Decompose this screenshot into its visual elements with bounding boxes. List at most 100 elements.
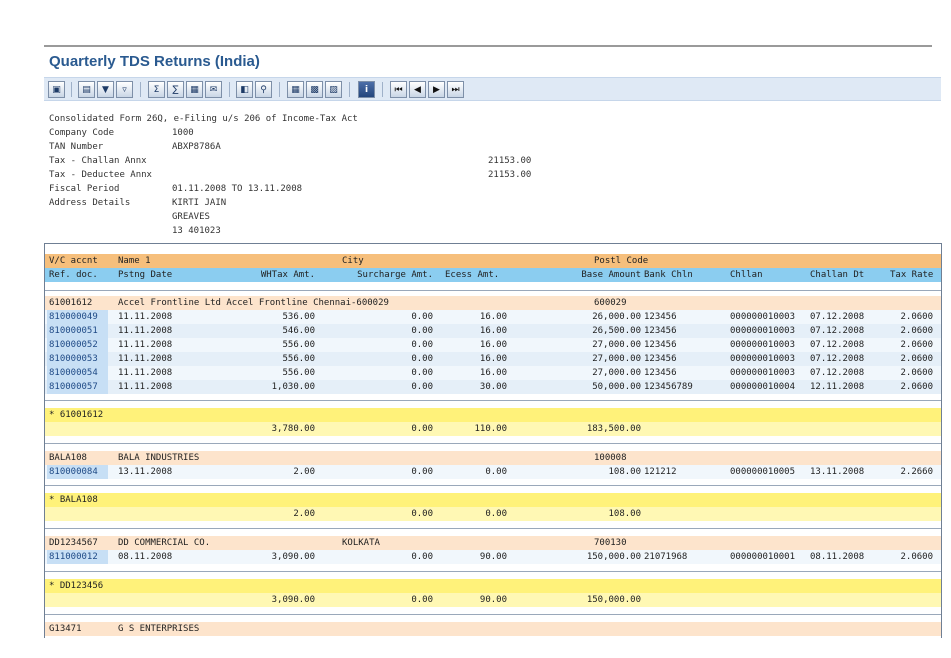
surcharge-amount: 0.00: [411, 368, 433, 378]
col-posting-date[interactable]: Pstng Date: [118, 268, 172, 282]
subtotal-row: 2.00 0.00 0.00 108.00: [45, 507, 941, 521]
vendor-row: G13471 G S ENTERPRISES: [45, 622, 941, 636]
bank-challan: 123456: [644, 312, 677, 322]
col-ref-doc[interactable]: Ref. doc.: [49, 268, 98, 282]
vendor-row: DD1234567 DD COMMERCIAL CO. KOLKATA 7001…: [45, 536, 941, 550]
posting-date: 11.11.2008: [118, 326, 173, 336]
table-row: 810000057 11.11.2008 1,030.00 0.00 30.00…: [45, 380, 941, 394]
bank-challan: 123456: [644, 354, 677, 364]
col-base-amount[interactable]: Base Amount: [555, 268, 641, 282]
whtax-amount: 1,030.00: [271, 382, 315, 392]
address-line: KIRTI JAIN: [172, 198, 227, 208]
tax-rate: 2.0600: [900, 326, 933, 336]
bank-challan: 123456: [644, 326, 677, 336]
company-code-value: 1000: [172, 128, 194, 138]
base-amount: 150,000.00: [586, 552, 641, 562]
vendor-account: DD1234567: [49, 538, 98, 548]
filter-icon[interactable]: ▼: [97, 81, 114, 98]
base-amount: 27,000.00: [592, 340, 641, 350]
vendor-postal-code: 100008: [594, 453, 627, 463]
vendor-row: BALA108 BALA INDUSTRIES 100008: [45, 451, 941, 465]
ref-doc-link[interactable]: 810000053: [47, 352, 108, 366]
layout-icon[interactable]: ▦: [287, 81, 304, 98]
challan-date: 13.11.2008: [810, 467, 865, 477]
col-postal-code[interactable]: Postl Code: [594, 254, 648, 268]
subtotal-ecess: 110.00: [474, 424, 507, 434]
export-icon[interactable]: ▦: [186, 81, 203, 98]
vendor-account: G13471: [49, 624, 82, 634]
base-amount: 27,000.00: [592, 354, 641, 364]
challan-date: 07.12.2008: [810, 312, 865, 322]
info-icon[interactable]: i: [358, 81, 375, 98]
find-icon[interactable]: ⚲: [255, 81, 272, 98]
save-layout-icon[interactable]: ▨: [325, 81, 342, 98]
vendor-postal-code: 600029: [594, 298, 627, 308]
last-page-icon[interactable]: ⏭: [447, 81, 464, 98]
subtotal-whtax: 3,090.00: [271, 595, 315, 605]
subtotal-surcharge: 0.00: [411, 509, 433, 519]
col-challan[interactable]: Chllan: [730, 268, 763, 282]
col-vc-account[interactable]: V/C accnt: [49, 254, 98, 268]
ecess-amount: 16.00: [479, 340, 507, 350]
col-bank-challan[interactable]: Bank Chln: [644, 268, 693, 282]
subtotal-label: * 61001612: [49, 410, 104, 420]
ref-doc-link[interactable]: 810000054: [47, 366, 108, 380]
print-preview-icon[interactable]: ◧: [236, 81, 253, 98]
base-amount: 108.00: [608, 467, 641, 477]
ref-doc-link[interactable]: 810000057: [47, 380, 108, 394]
challan-annx-amount: 21153.00: [488, 156, 532, 166]
table-row: 810000084 13.11.2008 2.00 0.00 0.00 108.…: [45, 465, 941, 479]
details-icon[interactable]: ▣: [48, 81, 65, 98]
tax-rate: 2.0600: [900, 368, 933, 378]
col-tax-rate[interactable]: Tax Rate: [890, 268, 933, 282]
deductee-annx-amount: 21153.00: [488, 170, 532, 180]
posting-date: 11.11.2008: [118, 312, 173, 322]
report-list: V/C accnt Name 1 City Postl Code Ref. do…: [44, 243, 942, 638]
challan-number: 000000010003: [730, 340, 796, 350]
subtotal-ecess: 0.00: [485, 509, 507, 519]
col-challan-date[interactable]: Challan Dt: [810, 268, 864, 282]
posting-date: 11.11.2008: [118, 382, 173, 392]
bank-challan: 123456: [644, 340, 677, 350]
challan-date: 12.11.2008: [810, 382, 865, 392]
surcharge-amount: 0.00: [411, 312, 433, 322]
tax-rate: 2.0600: [900, 340, 933, 350]
filter-set-icon[interactable]: ▿: [116, 81, 133, 98]
ref-doc-link[interactable]: 811000012: [47, 550, 108, 564]
challan-number: 000000010004: [730, 382, 796, 392]
company-code-label: Company Code: [49, 128, 115, 138]
deductee-annx-label: Tax - Deductee Annx: [49, 170, 152, 180]
col-city[interactable]: City: [342, 254, 364, 268]
next-page-icon[interactable]: ▶: [428, 81, 445, 98]
print-icon[interactable]: ▤: [78, 81, 95, 98]
mail-icon[interactable]: ✉: [205, 81, 222, 98]
sum-icon[interactable]: Σ: [148, 81, 165, 98]
challan-number: 000000010003: [730, 312, 796, 322]
table-row: 810000053 11.11.2008 556.00 0.00 16.00 2…: [45, 352, 941, 366]
table-row: 810000052 11.11.2008 556.00 0.00 16.00 2…: [45, 338, 941, 352]
ref-doc-link[interactable]: 810000052: [47, 338, 108, 352]
challan-number: 000000010003: [730, 354, 796, 364]
surcharge-amount: 0.00: [411, 467, 433, 477]
whtax-amount: 536.00: [282, 312, 315, 322]
col-surcharge-amount[interactable]: Surcharge Amt.: [330, 268, 433, 282]
col-ecess-amount[interactable]: Ecess Amt.: [445, 268, 499, 282]
subtotal-icon[interactable]: ∑: [167, 81, 184, 98]
choose-layout-icon[interactable]: ▩: [306, 81, 323, 98]
ref-doc-link[interactable]: 810000084: [47, 465, 108, 479]
col-name[interactable]: Name 1: [118, 254, 151, 268]
tan-value: ABXP8786A: [172, 142, 221, 152]
ref-doc-link[interactable]: 810000051: [47, 324, 108, 338]
previous-page-icon[interactable]: ◀: [409, 81, 426, 98]
first-page-icon[interactable]: ⏮: [390, 81, 407, 98]
vendor-account: 61001612: [49, 298, 93, 308]
vendor-name: G S ENTERPRISES: [118, 624, 200, 634]
ecess-amount: 16.00: [479, 326, 507, 336]
base-amount: 26,000.00: [592, 312, 641, 322]
vendor-name: Accel Frontline Ltd Accel Frontline Chen…: [118, 298, 389, 308]
surcharge-amount: 0.00: [411, 382, 433, 392]
challan-date: 07.12.2008: [810, 354, 865, 364]
ref-doc-link[interactable]: 810000049: [47, 310, 108, 324]
col-whtax-amount[interactable]: WHTax Amt.: [230, 268, 315, 282]
challan-annx-label: Tax - Challan Annx: [49, 156, 147, 166]
